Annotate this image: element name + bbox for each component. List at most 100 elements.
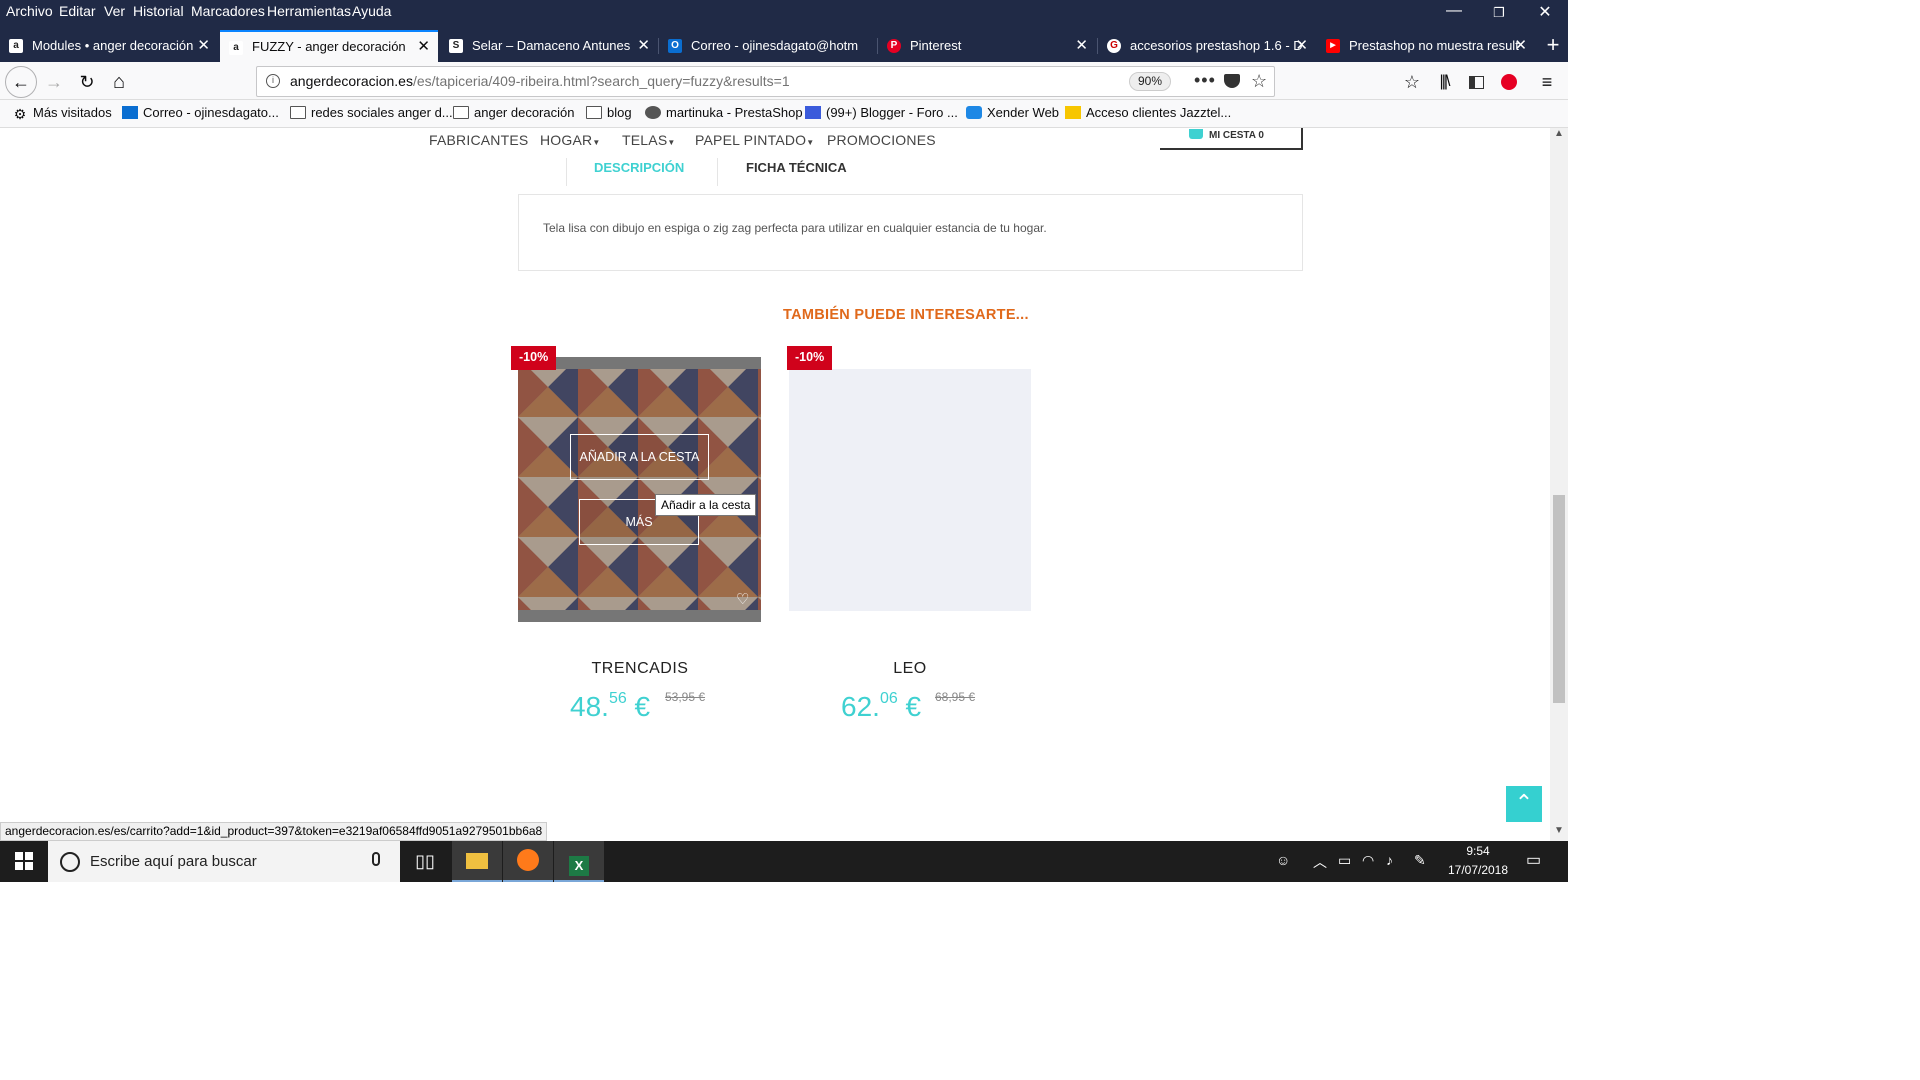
product-name-trencadis[interactable]: TRENCADIS	[520, 660, 760, 678]
bookmark-martinuka[interactable]: martinuka - PrestaShop	[645, 105, 803, 120]
product-image-trencadis[interactable]: AÑADIR A LA CESTA MÁS ♡	[518, 357, 761, 622]
url-bar[interactable]: i angerdecoracion.es/es/tapiceria/409-ri…	[256, 66, 1275, 97]
bookmark-star-icon[interactable]: ☆	[1251, 67, 1267, 96]
close-icon[interactable]: ✕	[637, 30, 650, 62]
bookmark-correo[interactable]: Correo - ojinesdagato...	[122, 105, 279, 120]
clock-date[interactable]: 17/07/2018	[1443, 863, 1513, 877]
tab-label: Pinterest	[910, 38, 962, 53]
battery-icon[interactable]: ▭	[1338, 852, 1351, 869]
chevron-up-icon[interactable]: ︿	[1313, 852, 1327, 872]
info-icon[interactable]: i	[266, 74, 280, 88]
scroll-up-icon[interactable]: ▲	[1554, 128, 1564, 139]
new-tab-button[interactable]: +	[1538, 30, 1568, 62]
close-window-icon[interactable]: ✕	[1530, 2, 1560, 22]
navigation-bar: ← → ↻ ⌂ i angerdecoracion.es/es/tapiceri…	[0, 62, 1568, 100]
outlook-icon: O	[668, 39, 682, 53]
close-icon[interactable]: ✕	[417, 32, 430, 61]
restore-icon[interactable]: ❐	[1484, 5, 1514, 21]
nav-promociones-overlay[interactable]: PROMOCIONES	[827, 132, 936, 148]
menu-historial[interactable]: Historial	[133, 3, 184, 19]
pinterest-icon[interactable]	[1495, 68, 1523, 96]
caret-down-icon: ▼	[592, 138, 601, 147]
scroll-down-icon[interactable]: ▼	[1554, 825, 1564, 836]
firefox-icon[interactable]	[503, 841, 553, 882]
home-button[interactable]: ⌂	[105, 68, 133, 96]
product-price-leo: 62.06 €	[841, 690, 921, 723]
tab-bar: a Modules • anger decoración ✕ a FUZZY -…	[0, 30, 1568, 62]
menu-herramientas[interactable]: Herramientas	[267, 3, 351, 19]
close-icon[interactable]: ✕	[1514, 30, 1527, 62]
task-view-icon[interactable]: ▯▯	[400, 841, 450, 882]
zoom-indicator[interactable]: 90%	[1129, 72, 1172, 91]
tab-correo[interactable]: O Correo - ojinesdagato@hotm	[659, 30, 877, 62]
gear-icon: ⚙	[13, 106, 27, 122]
bookmark-label: anger decoración	[474, 105, 575, 120]
product-name-leo[interactable]: LEO	[790, 660, 1030, 678]
bookmark-blogger[interactable]: (99+) Blogger - Foro ...	[805, 105, 958, 120]
folder-icon	[290, 106, 306, 119]
clock-time[interactable]: 9:54	[1448, 844, 1508, 858]
url-path: /es/tapiceria/409-ribeira.html?search_qu…	[412, 73, 790, 89]
menu-archivo[interactable]: Archivo	[6, 3, 53, 19]
tab-modules[interactable]: a Modules • anger decoración ✕	[0, 30, 218, 62]
tab-selar[interactable]: S Selar – Damaceno Antunes ✕	[440, 30, 658, 62]
volume-icon[interactable]: ♪	[1386, 852, 1393, 868]
tab-prestashop-youtube[interactable]: ▶ Prestashop no muestra result ✕	[1317, 30, 1535, 62]
hamburger-menu-icon[interactable]: ≡	[1533, 68, 1561, 96]
nav-telas-overlay[interactable]: TELAS▼	[622, 132, 675, 148]
bookmark-xender[interactable]: Xender Web	[966, 105, 1059, 120]
menu-marcadores[interactable]: Marcadores	[191, 3, 265, 19]
tab-accesorios[interactable]: G accesorios prestashop 1.6 - D ✕	[1098, 30, 1316, 62]
add-to-cart-button[interactable]: AÑADIR A LA CESTA	[570, 434, 709, 480]
pen-icon[interactable]: ✎	[1414, 852, 1426, 869]
page-scrollbar[interactable]: ▲ ▼	[1550, 128, 1568, 841]
menu-editar[interactable]: Editar	[59, 3, 96, 19]
bookmark-redes-sociales[interactable]: redes sociales anger d...	[290, 105, 453, 120]
bookmarks-star-list-icon[interactable]: ☆	[1398, 68, 1426, 96]
tab-pinterest[interactable]: P Pinterest ✕	[878, 30, 1096, 62]
nav-hogar-label: HOGAR	[540, 132, 593, 148]
tab-ficha-tecnica[interactable]: FICHA TÉCNICA	[746, 160, 847, 175]
sidebar-icon[interactable]	[1462, 68, 1490, 96]
product-image-leo[interactable]	[789, 369, 1031, 611]
price-integer: 62.	[841, 691, 880, 722]
heart-icon[interactable]: ♡	[736, 590, 749, 608]
file-explorer-icon[interactable]	[452, 841, 502, 882]
shopping-bag-icon	[1188, 129, 1203, 139]
excel-icon[interactable]: X	[554, 841, 604, 882]
page-actions-icon[interactable]: •••	[1194, 66, 1216, 95]
cart-button[interactable]: MI CESTA 0	[1150, 128, 1303, 150]
description-panel: Tela lisa con dibujo en espiga o zig zag…	[518, 194, 1303, 271]
menu-ayuda[interactable]: Ayuda	[352, 3, 391, 19]
nav-hogar-overlay[interactable]: HOGAR▼	[540, 132, 600, 148]
close-icon[interactable]: ✕	[197, 30, 210, 62]
tab-label: Selar – Damaceno Antunes	[472, 38, 631, 53]
scrollbar-thumb[interactable]	[1553, 495, 1565, 703]
windows-start-icon[interactable]	[0, 841, 48, 882]
menu-ver[interactable]: Ver	[104, 3, 125, 19]
bookmark-anger-decoracion[interactable]: anger decoración	[453, 105, 574, 120]
back-to-top-button[interactable]: ⌃	[1506, 786, 1542, 822]
nav-fabricantes-overlay[interactable]: FABRICANTES	[429, 132, 528, 148]
microphone-icon[interactable]	[372, 852, 380, 866]
bookmark-mas-visitados[interactable]: ⚙ Más visitados	[12, 105, 112, 121]
people-icon[interactable]: ☺	[1276, 852, 1290, 868]
bookmark-jazztel[interactable]: Acceso clientes Jazztel...	[1065, 105, 1231, 120]
back-button[interactable]: ←	[5, 66, 37, 98]
minimize-icon[interactable]: —	[1439, 2, 1469, 20]
firefox-window: Archivo Editar Ver Historial Marcadores …	[0, 0, 1568, 882]
bookmark-blog[interactable]: blog	[586, 105, 632, 120]
notifications-icon[interactable]: ▭	[1526, 850, 1541, 870]
close-icon[interactable]: ✕	[1295, 30, 1308, 62]
taskbar-search-box[interactable]: Escribe aquí para buscar	[48, 841, 400, 882]
tab-description[interactable]: DESCRIPCIÓN	[594, 160, 684, 175]
library-icon[interactable]: |||\	[1430, 68, 1458, 96]
pocket-icon[interactable]	[1224, 74, 1240, 88]
nav-papel-overlay[interactable]: PAPEL PINTADO▼	[695, 132, 814, 148]
menu-bar: Archivo Editar Ver Historial Marcadores …	[0, 0, 1568, 30]
close-icon[interactable]: ✕	[1075, 30, 1088, 62]
wifi-icon[interactable]: ◠	[1362, 852, 1374, 869]
tab-fuzzy[interactable]: a FUZZY - anger decoración ✕	[220, 30, 438, 62]
reload-button[interactable]: ↻	[73, 68, 101, 96]
forward-button[interactable]: →	[40, 68, 68, 96]
